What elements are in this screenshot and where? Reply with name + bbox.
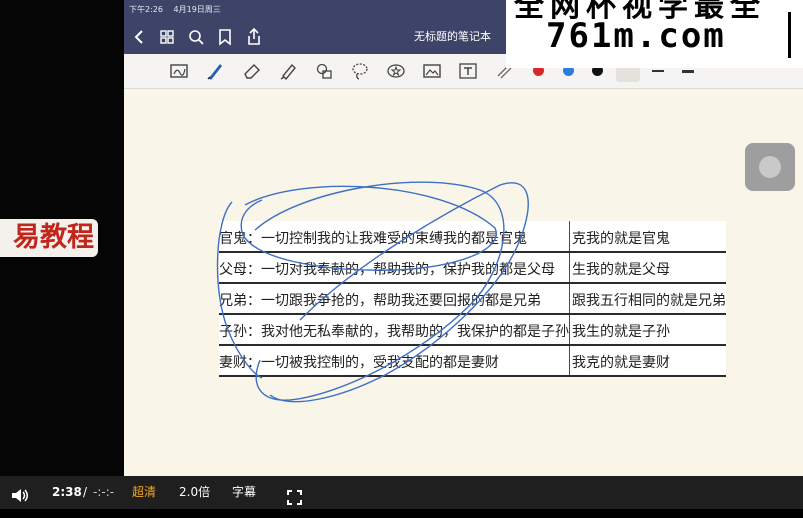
site-watermark-bar xyxy=(788,12,791,58)
video-player-controls: 2:38 / -:-:- 超清 2.0倍 字幕 xyxy=(0,476,803,509)
bookmark-icon[interactable] xyxy=(214,25,236,49)
highlighter-icon[interactable] xyxy=(277,60,299,82)
text-box-icon[interactable] xyxy=(457,60,479,82)
row-definition: 官鬼：一切控制我的让我难受的束缚我的都是官鬼 xyxy=(219,221,570,253)
lasso-icon[interactable] xyxy=(349,60,371,82)
subtitles-toggle[interactable]: 字幕 xyxy=(232,476,256,509)
watermark-tag: 易教程 xyxy=(0,219,98,257)
video-left-margin: 易教程 xyxy=(0,0,124,476)
time-separator: / xyxy=(83,485,88,499)
shapes-icon[interactable] xyxy=(313,60,335,82)
grid-icon[interactable] xyxy=(156,25,178,49)
site-watermark: 全网杯视学最全 761m.com xyxy=(506,0,803,68)
row-definition: 妻财：一切被我控制的，受我支配的都是妻财 xyxy=(219,345,570,377)
current-time: 2:38 xyxy=(52,485,82,499)
status-time: 下午2:26 xyxy=(129,5,163,14)
playback-speed[interactable]: 2.0倍 xyxy=(179,476,210,509)
status-date: 4月19日周三 xyxy=(173,5,221,14)
row-rule: 我生的就是子孙 xyxy=(569,314,726,346)
thick-stroke-option[interactable] xyxy=(682,70,694,73)
eraser-icon[interactable] xyxy=(241,60,263,82)
floating-assistive-button[interactable] xyxy=(745,143,795,191)
notebook-title[interactable]: 无标题的笔记本 xyxy=(414,20,491,54)
volume-icon[interactable] xyxy=(10,484,30,502)
row-definition: 兄弟：一切跟我争抢的，帮助我还要回报的都是兄弟 xyxy=(219,283,570,315)
image-icon[interactable] xyxy=(421,60,443,82)
pen-icon[interactable] xyxy=(204,60,226,82)
table-row: 妻财：一切被我控制的，受我支配的都是妻财 我克的就是妻财 xyxy=(219,345,726,377)
sticker-icon[interactable] xyxy=(385,60,407,82)
row-rule: 跟我五行相同的就是兄弟 xyxy=(569,283,726,315)
table-row: 子孙：我对他无私奉献的，我帮助的，我保护的都是子孙 我生的就是子孙 xyxy=(219,314,726,346)
row-rule: 生我的就是父母 xyxy=(569,252,726,284)
site-watermark-domain: 761m.com xyxy=(546,16,726,56)
row-definition: 子孙：我对他无私奉献的，我帮助的，我保护的都是子孙 xyxy=(219,314,570,346)
note-table: 官鬼：一切控制我的让我难受的束缚我的都是官鬼 克我的就是官鬼 父母：一切对我奉献… xyxy=(219,221,726,377)
total-time: -:-:- xyxy=(93,485,115,499)
share-icon[interactable] xyxy=(243,25,265,49)
thin-stroke-option[interactable] xyxy=(652,70,664,72)
quality-selector[interactable]: 超清 xyxy=(132,476,156,509)
fullscreen-icon[interactable] xyxy=(287,485,302,505)
row-rule: 我克的就是妻财 xyxy=(569,345,726,377)
row-definition: 父母：一切对我奉献的，帮助我的，保护我的都是父母 xyxy=(219,252,570,284)
lasso-text-icon[interactable] xyxy=(168,60,190,82)
table-row: 兄弟：一切跟我争抢的，帮助我还要回报的都是兄弟 跟我五行相同的就是兄弟 xyxy=(219,283,726,315)
back-chevron-icon[interactable] xyxy=(128,25,150,49)
row-rule: 克我的就是官鬼 xyxy=(569,221,726,253)
table-row: 官鬼：一切控制我的让我难受的束缚我的都是官鬼 克我的就是官鬼 xyxy=(219,221,726,253)
video-frame[interactable]: 易教程 下午2:26 4月19日周三 无标题的笔记本 全网杯视学最全 761m.… xyxy=(0,0,803,476)
floating-button-dot xyxy=(759,156,781,178)
search-icon[interactable] xyxy=(185,25,207,49)
table-row: 父母：一切对我奉献的，帮助我的，保护我的都是父母 生我的就是父母 xyxy=(219,252,726,284)
